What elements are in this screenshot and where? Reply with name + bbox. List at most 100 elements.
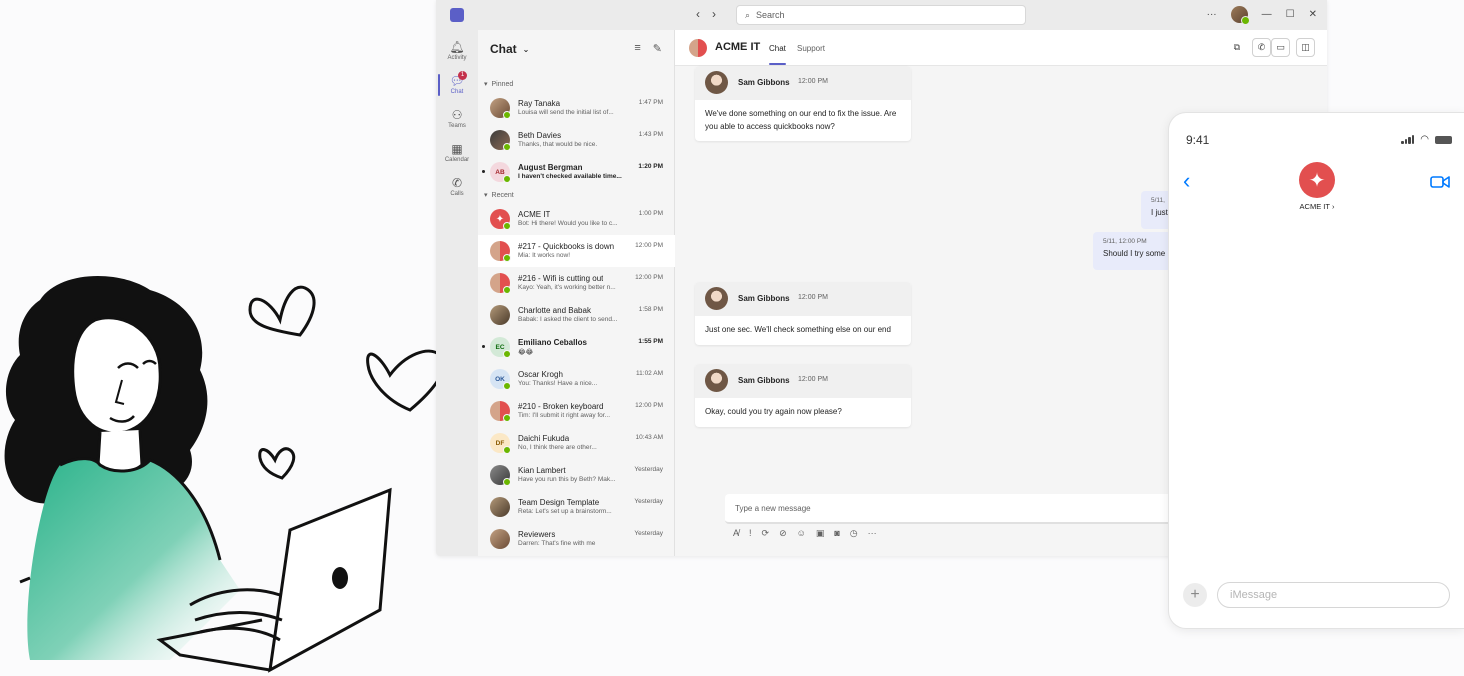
history-nav: ‹ › xyxy=(696,7,716,21)
more-icon[interactable]: ··· xyxy=(868,528,877,539)
priority-icon[interactable]: ! xyxy=(749,528,752,539)
phone-icon: ✆ xyxy=(451,176,463,190)
avatar xyxy=(490,465,511,486)
phone-icon: ✆ xyxy=(1257,42,1266,52)
chat-item-ticket-210[interactable]: #210 - Broken keyboard Tim: I'll submit … xyxy=(478,395,675,427)
rail-item-activity[interactable]: 🔔︎ Activity xyxy=(436,34,478,68)
chat-item-reviewers[interactable]: Reviewers Darren: That's fine with me Ye… xyxy=(478,523,675,555)
message-text: Okay, could you try again now please? xyxy=(705,407,842,416)
caret-down-icon: ▾ xyxy=(484,81,488,88)
rail-item-calendar[interactable]: ▦ Calendar xyxy=(436,136,478,170)
side-panel-button[interactable]: ◫ xyxy=(1296,38,1315,57)
chevron-down-icon: ⌄ xyxy=(522,44,530,54)
chat-item-kian-lambert[interactable]: Kian Lambert Have you run this by Beth? … xyxy=(478,459,675,491)
app-rail: 🔔︎ Activity 💬︎ 1 Chat ⚇ Teams ▦ Calendar… xyxy=(436,30,478,556)
message-card: Sam Gibbons 12:00 PM Just one sec. We'll… xyxy=(695,282,911,345)
filter-icon[interactable]: ≡ xyxy=(634,42,640,55)
popout-icon[interactable]: ⧉ xyxy=(1234,42,1240,53)
wifi-icon: ◠ xyxy=(1420,134,1429,145)
tab-chat[interactable]: Chat xyxy=(769,44,786,65)
avatar: DF xyxy=(490,433,511,454)
panel-icon: ◫ xyxy=(1301,42,1310,52)
more-options-icon[interactable]: ··· xyxy=(1207,9,1217,20)
new-chat-icon[interactable]: ✎ xyxy=(653,42,662,55)
rail-item-calls[interactable]: ✆ Calls xyxy=(436,170,478,204)
chat-item-ticket-217[interactable]: #217 - Quickbooks is down Mia: It works … xyxy=(478,235,675,267)
battery-icon xyxy=(1435,135,1452,144)
add-attachment-button[interactable]: + xyxy=(1183,583,1207,607)
avatar xyxy=(490,273,511,294)
unread-dot xyxy=(482,345,485,348)
search-input[interactable]: ⌕ Search xyxy=(736,5,1026,25)
signal-icon xyxy=(1401,135,1415,144)
caret-down-icon: ▾ xyxy=(484,192,488,199)
avatar xyxy=(705,71,728,94)
search-placeholder: Search xyxy=(756,10,785,20)
close-icon[interactable]: ✕ xyxy=(1309,9,1317,20)
avatar: AB xyxy=(490,162,511,183)
chat-item-team-design-template[interactable]: Team Design Template Reta: Let's set up … xyxy=(478,491,675,523)
sticker-icon[interactable]: ◙ xyxy=(834,528,839,539)
recent-section-label[interactable]: ▾ Recent xyxy=(484,191,514,200)
avatar xyxy=(705,369,728,392)
chat-item-ray-tanaka[interactable]: Ray Tanaka Louisa will send the initial … xyxy=(478,92,675,124)
teams-icon: ⚇ xyxy=(451,108,463,122)
avatar xyxy=(705,287,728,310)
status-icons: ◠ xyxy=(1401,134,1452,145)
video-call-button[interactable]: ▭ xyxy=(1271,38,1290,57)
avatar xyxy=(490,241,511,262)
chat-item-charlotte-and-babak[interactable]: Charlotte and Babak Babak: I asked the c… xyxy=(478,299,675,331)
minimize-icon[interactable]: — xyxy=(1262,9,1272,20)
back-chevron-icon[interactable]: ‹ xyxy=(1183,170,1190,192)
unread-dot xyxy=(482,170,485,173)
schedule-icon[interactable]: ◷ xyxy=(850,528,858,539)
rail-item-chat[interactable]: 💬︎ 1 Chat xyxy=(436,68,478,102)
tab-support[interactable]: Support xyxy=(797,44,825,53)
format-icon[interactable]: A̸ xyxy=(733,528,739,539)
emoji-icon[interactable]: ☺ xyxy=(797,528,806,539)
rail-item-teams[interactable]: ⚇ Teams xyxy=(436,102,478,136)
avatar xyxy=(490,401,511,422)
status-time: 9:41 xyxy=(1186,133,1210,147)
facetime-video-icon[interactable] xyxy=(1430,175,1450,189)
maximize-icon[interactable]: ☐ xyxy=(1286,9,1295,20)
avatar: OK xyxy=(490,369,511,390)
title-bar: ‹ › ⌕ Search ··· — ☐ ✕ xyxy=(436,0,1327,30)
chat-item-emiliano-ceballos[interactable]: EC Emiliano Ceballos 😂😂 1:55 PM xyxy=(478,331,675,363)
chat-item-beth-davies[interactable]: Beth Davies Thanks, that would be nice. … xyxy=(478,124,675,156)
chat-item-ticket-216[interactable]: #216 - Wifi is cutting out Kayo: Yeah, i… xyxy=(478,267,675,299)
chat-item-daichi-fukuda[interactable]: DF Daichi Fukuda No, I think there are o… xyxy=(478,427,675,459)
sparkle-icon[interactable]: ✦ xyxy=(1299,162,1335,198)
contact-name[interactable]: ACME IT › xyxy=(1169,202,1464,211)
avatar: EC xyxy=(490,337,511,358)
avatar xyxy=(490,305,510,325)
forward-arrow-icon[interactable]: › xyxy=(712,7,716,21)
video-icon: ▭ xyxy=(1276,42,1285,52)
loop-icon[interactable]: ⟳ xyxy=(762,528,770,539)
acme-logo-icon: ✦ xyxy=(490,209,511,230)
chat-list-pane: Chat ⌄ ≡ ✎ ▾ Pinned Ray Tanaka Louisa wil… xyxy=(478,30,675,556)
calendar-icon: ▦ xyxy=(451,142,463,156)
chat-item-august-bergman[interactable]: AB August Bergman I haven't checked avai… xyxy=(478,156,675,188)
profile-avatar[interactable] xyxy=(1230,6,1250,25)
message-text: Just one sec. We'll check something else… xyxy=(705,325,891,334)
avatar xyxy=(490,529,510,549)
attach-icon[interactable]: ⊘ xyxy=(779,528,787,539)
pinned-section-label[interactable]: ▾ Pinned xyxy=(484,80,513,89)
chat-list-title[interactable]: Chat ⌄ xyxy=(490,42,529,56)
imessage-input[interactable]: iMessage xyxy=(1217,582,1450,608)
avatar xyxy=(490,130,511,151)
conversation-avatar xyxy=(689,39,707,57)
back-arrow-icon[interactable]: ‹ xyxy=(696,7,700,21)
phone-imessage-screen: 9:41 ◠ ‹ ✦ ACME IT › + iMessage xyxy=(1168,112,1464,629)
chat-item-oscar-krogh[interactable]: OK Oscar Krogh You: Thanks! Have a nice.… xyxy=(478,363,675,395)
audio-call-button[interactable]: ✆ xyxy=(1252,38,1271,57)
woman-with-laptop-illustration xyxy=(4,276,446,673)
message-card: Sam Gibbons 12:00 PM We've done somethin… xyxy=(695,66,911,141)
chat-item-acme-it[interactable]: ✦ ACME IT Bot: Hi there! Would you like … xyxy=(478,203,675,235)
message-card: Sam Gibbons 12:00 PM Okay, could you try… xyxy=(695,364,911,427)
message-text: We've done something on our end to fix t… xyxy=(705,109,897,131)
conversation-header: ACME IT Chat Support ⧉ ✆ ▭ ◫ xyxy=(675,30,1327,66)
gif-icon[interactable]: ▣ xyxy=(816,528,825,539)
unread-badge: 1 xyxy=(458,71,467,80)
